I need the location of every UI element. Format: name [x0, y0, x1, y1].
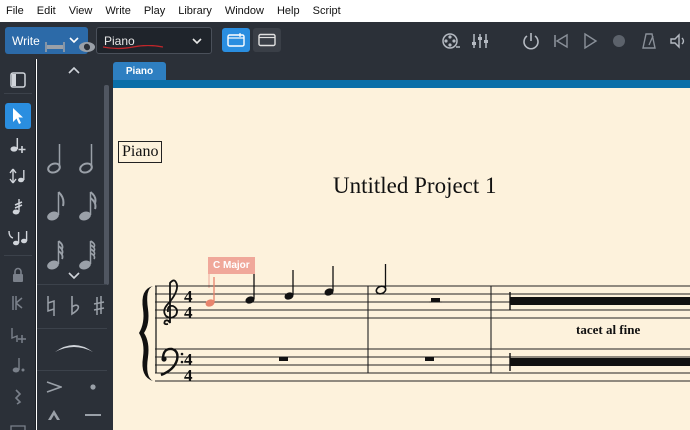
- tuplet-button[interactable]: [5, 414, 31, 430]
- sidebar-toggle-button[interactable]: [5, 67, 31, 93]
- accent-icon[interactable]: [44, 378, 64, 396]
- whole-rest[interactable]: [425, 357, 434, 361]
- tie-button[interactable]: [5, 225, 31, 251]
- flat-icon[interactable]: [66, 294, 84, 318]
- whole-note-icon[interactable]: [74, 34, 100, 60]
- clef-button[interactable]: [5, 290, 31, 316]
- record-icon[interactable]: [609, 31, 629, 51]
- tremolo-icon: [12, 199, 23, 215]
- half-note[interactable]: [375, 264, 387, 295]
- select-arrow-icon: [13, 108, 23, 124]
- panel-add-icon: [227, 33, 245, 47]
- eighth-note-icon[interactable]: [44, 188, 68, 224]
- chevron-up-icon[interactable]: [68, 65, 80, 75]
- bass-clef-icon: [160, 347, 184, 377]
- play-icon[interactable]: [580, 31, 600, 51]
- menu-library[interactable]: Library: [178, 5, 212, 17]
- accidental-add-icon: [11, 328, 26, 343]
- divider: [37, 284, 107, 285]
- pitch-updown-icon: [9, 168, 25, 184]
- instrument-dropdown[interactable]: Piano: [96, 27, 212, 54]
- score-view[interactable]: Piano Piano Untitled Project 1 C Major 4…: [113, 59, 690, 430]
- rewind-to-start-icon[interactable]: [551, 31, 571, 51]
- sidebar-toggle-icon: [10, 72, 26, 88]
- half-rest[interactable]: [431, 298, 440, 302]
- tacet-text[interactable]: tacet al fine: [576, 322, 640, 338]
- metronome-icon[interactable]: [639, 31, 659, 51]
- add-panel-button[interactable]: [222, 28, 250, 52]
- slur-icon[interactable]: [52, 338, 96, 358]
- video-reel-icon[interactable]: [441, 31, 461, 51]
- 64th-note-icon[interactable]: [76, 238, 100, 272]
- divider: [4, 93, 32, 94]
- tremolo-button[interactable]: [5, 194, 31, 220]
- multibar-rest-treble[interactable]: [510, 297, 690, 305]
- menu-bar: File Edit View Write Play Library Window…: [0, 0, 690, 22]
- tenuto-icon[interactable]: [82, 406, 104, 424]
- menu-play[interactable]: Play: [144, 5, 165, 17]
- bass-time-sig-bottom: 4: [184, 366, 193, 385]
- half-note-icon[interactable]: [44, 140, 66, 176]
- multibar-rest-bass[interactable]: [510, 358, 690, 366]
- volume-icon[interactable]: [668, 31, 688, 51]
- grand-staff[interactable]: 4 4 4 4: [113, 59, 690, 430]
- power-icon[interactable]: [521, 31, 541, 51]
- whole-rest-icon[interactable]: [42, 34, 68, 60]
- dotted-note-button[interactable]: [5, 352, 31, 378]
- menu-edit[interactable]: Edit: [37, 5, 56, 17]
- note[interactable]: [323, 266, 334, 297]
- staccato-icon[interactable]: [84, 378, 102, 396]
- natural-icon[interactable]: [42, 294, 60, 318]
- lock-button[interactable]: [5, 262, 31, 288]
- menu-write[interactable]: Write: [105, 5, 130, 17]
- whole-rest[interactable]: [279, 357, 288, 361]
- brace: [139, 286, 153, 381]
- window-layout-button[interactable]: [253, 28, 281, 52]
- note[interactable]: [204, 277, 215, 308]
- left-tool-column: [0, 59, 36, 430]
- palette-scrollbar[interactable]: [104, 85, 109, 285]
- pitch-adjust-button[interactable]: [5, 163, 31, 189]
- chevron-down-icon[interactable]: [68, 271, 80, 281]
- chevron-down-icon: [192, 38, 202, 45]
- window-icon: [258, 33, 276, 47]
- 32nd-note-icon[interactable]: [44, 238, 68, 272]
- mixer-icon[interactable]: [470, 31, 490, 51]
- dotted-note-icon: [12, 358, 25, 373]
- menu-script[interactable]: Script: [313, 5, 341, 17]
- menu-help[interactable]: Help: [277, 5, 300, 17]
- note[interactable]: [244, 274, 255, 305]
- treble-time-sig-bottom: 4: [184, 303, 193, 322]
- rest-icon: [14, 389, 22, 405]
- lock-icon: [13, 267, 23, 282]
- half-note-up-icon[interactable]: [76, 140, 98, 176]
- accidental-add-button[interactable]: [5, 322, 31, 348]
- sixteenth-note-icon[interactable]: [76, 188, 100, 224]
- note-input-button[interactable]: [5, 132, 31, 158]
- divider: [37, 328, 107, 329]
- rest-button[interactable]: [5, 384, 31, 410]
- note-input-icon: [10, 138, 26, 153]
- note[interactable]: [283, 270, 294, 301]
- menu-file[interactable]: File: [6, 5, 24, 17]
- spellcheck-underline: [103, 45, 163, 50]
- marcato-icon[interactable]: [44, 406, 64, 424]
- sharp-icon[interactable]: [90, 294, 108, 318]
- clef-icon: [12, 296, 23, 310]
- tie-icon: [8, 230, 28, 246]
- mode-dropdown-value: Write: [12, 33, 40, 48]
- select-tool-button[interactable]: [5, 103, 31, 129]
- menu-view[interactable]: View: [69, 5, 93, 17]
- main-toolbar: Write Piano: [0, 22, 690, 59]
- divider: [4, 255, 32, 256]
- tuplet-icon: [10, 425, 26, 430]
- divider: [37, 370, 107, 371]
- menu-window[interactable]: Window: [225, 5, 264, 17]
